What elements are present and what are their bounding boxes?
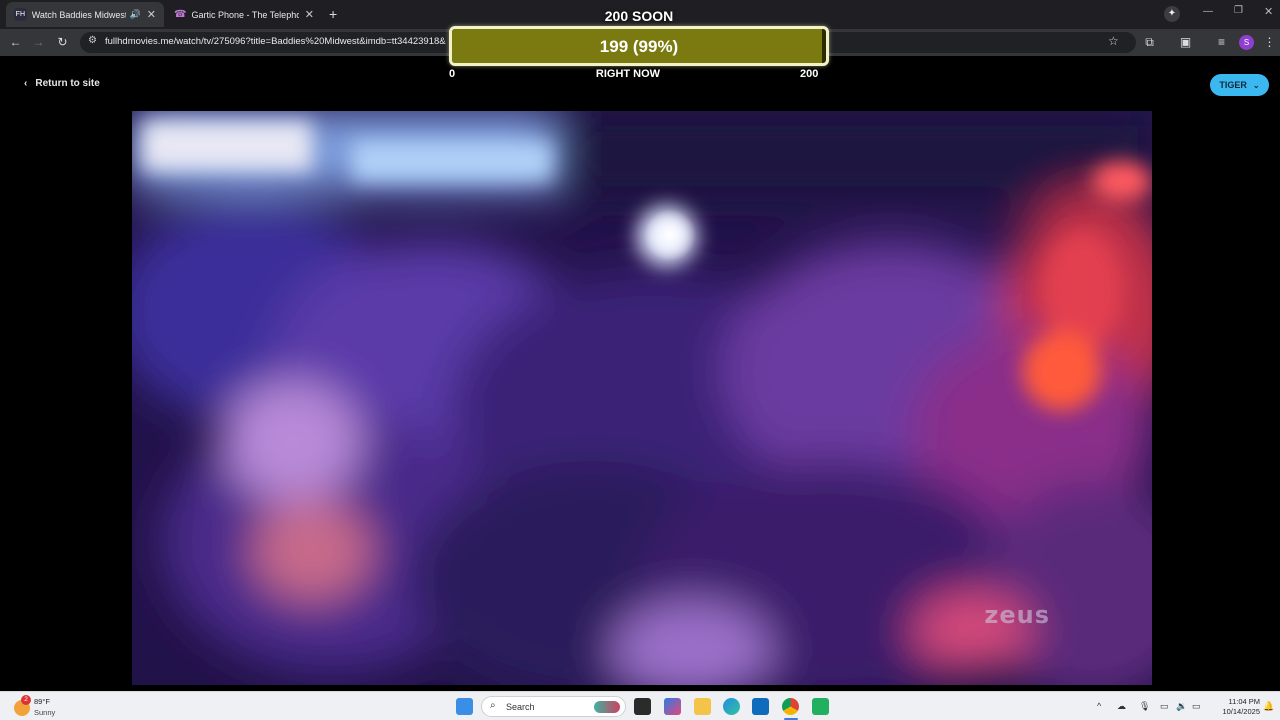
back-arrow-icon[interactable]: ← [8, 35, 23, 50]
display-icon[interactable]: ▭ [1160, 701, 1169, 712]
show-hidden-icons-chevron-icon[interactable]: ^ [1097, 701, 1101, 711]
outlook-icon[interactable] [752, 698, 769, 715]
minimize-icon[interactable]: — [1203, 6, 1213, 17]
url-text: fullhdmovies.me/watch/tv/275096?title=Ba… [105, 36, 446, 47]
reload-icon[interactable]: ↻ [55, 35, 70, 50]
telephone-icon: ☎ [174, 9, 187, 20]
taskbar-search[interactable]: ⌕ Search [481, 696, 626, 717]
search-placeholder: Search [506, 702, 535, 712]
microphone-icon[interactable]: 🎙 [1139, 701, 1150, 712]
restore-icon[interactable]: ❐ [1234, 5, 1243, 16]
goal-max-label: 200 [800, 68, 819, 80]
sidebar-icon[interactable]: ▣ [1178, 35, 1193, 50]
notifications-icon[interactable]: 🔔 [1263, 701, 1274, 712]
clock-time[interactable]: 11:04 PM [1212, 697, 1260, 706]
pinned-app-icon[interactable] [812, 698, 829, 715]
windows-taskbar: 2 89°F Sunny ⌕ Search ^ ☁ 🎙 ▭ 🔉 ▭ 11:04 … [0, 691, 1280, 720]
tab-watch-baddies[interactable]: FH Watch Baddies Midwest - S 🔊 ✕ [6, 2, 164, 27]
tab-gartic-phone[interactable]: ☎ Gartic Phone - The Telephone G ✕ [166, 2, 322, 27]
goal-mid-label: RIGHT NOW [595, 68, 661, 80]
chrome-icon[interactable] [782, 698, 799, 715]
close-window-icon[interactable]: ✕ [1264, 5, 1273, 18]
return-to-site-link[interactable]: ‹ Return to site [24, 78, 100, 89]
battery-icon[interactable]: ▭ [1192, 701, 1201, 712]
close-tab-icon[interactable]: ✕ [299, 8, 314, 21]
task-view-icon[interactable] [634, 698, 651, 715]
windows-start-icon[interactable] [456, 698, 473, 715]
weather-temperature[interactable]: 89°F [34, 697, 50, 706]
tab-title: Gartic Phone - The Telephone G [191, 9, 299, 20]
video-frame [132, 111, 1152, 685]
site-favicon-icon: FH [14, 8, 27, 21]
extensions-icon[interactable]: ⧉ [1142, 35, 1157, 50]
site-info-icon[interactable]: ⚙ [88, 35, 97, 46]
search-icon: ⌕ [490, 700, 496, 711]
close-tab-icon[interactable]: ✕ [141, 8, 156, 21]
media-control-icon[interactable]: ≡ [1214, 35, 1229, 50]
video-player[interactable]: zeus [132, 111, 1152, 685]
profile-avatar[interactable]: S [1239, 35, 1254, 50]
weather-badge: 2 [21, 695, 31, 705]
edge-icon[interactable] [723, 698, 740, 715]
gemini-sparkle-icon[interactable]: ✦ [1164, 6, 1180, 22]
search-highlight-icon [594, 701, 620, 713]
speaker-icon[interactable]: 🔊 [130, 9, 141, 20]
network-watermark: zeus [984, 601, 1050, 629]
goal-title: 200 SOON [604, 8, 674, 24]
volume-icon[interactable]: 🔉 [1176, 701, 1187, 712]
goal-min-label: 0 [449, 68, 456, 80]
chevron-down-icon: ⌄ [1252, 80, 1260, 90]
page-content: ‹ Return to site TIGER ⌄ zeus [0, 56, 1280, 691]
goal-count-text: 199 (99%) [599, 37, 679, 56]
server-select-button[interactable]: TIGER ⌄ [1210, 74, 1269, 96]
chevron-left-icon: ‹ [24, 78, 28, 89]
tab-title: Watch Baddies Midwest - S [31, 9, 126, 20]
menu-kebab-icon[interactable]: ⋮ [1262, 35, 1277, 50]
return-label: Return to site [35, 78, 100, 89]
forward-arrow-icon[interactable]: → [31, 35, 46, 50]
goal-progress-bar: 199 (99%) [449, 26, 829, 66]
cloud-sync-icon[interactable]: ☁ [1117, 701, 1126, 712]
copilot-icon[interactable] [664, 698, 681, 715]
weather-condition[interactable]: Sunny [34, 708, 55, 717]
server-label: TIGER [1219, 80, 1247, 90]
bookmark-star-icon[interactable]: ☆ [1108, 34, 1119, 48]
file-explorer-icon[interactable] [694, 698, 711, 715]
clock-date[interactable]: 10/14/2025 [1212, 707, 1260, 716]
new-tab-icon[interactable]: + [329, 6, 337, 22]
